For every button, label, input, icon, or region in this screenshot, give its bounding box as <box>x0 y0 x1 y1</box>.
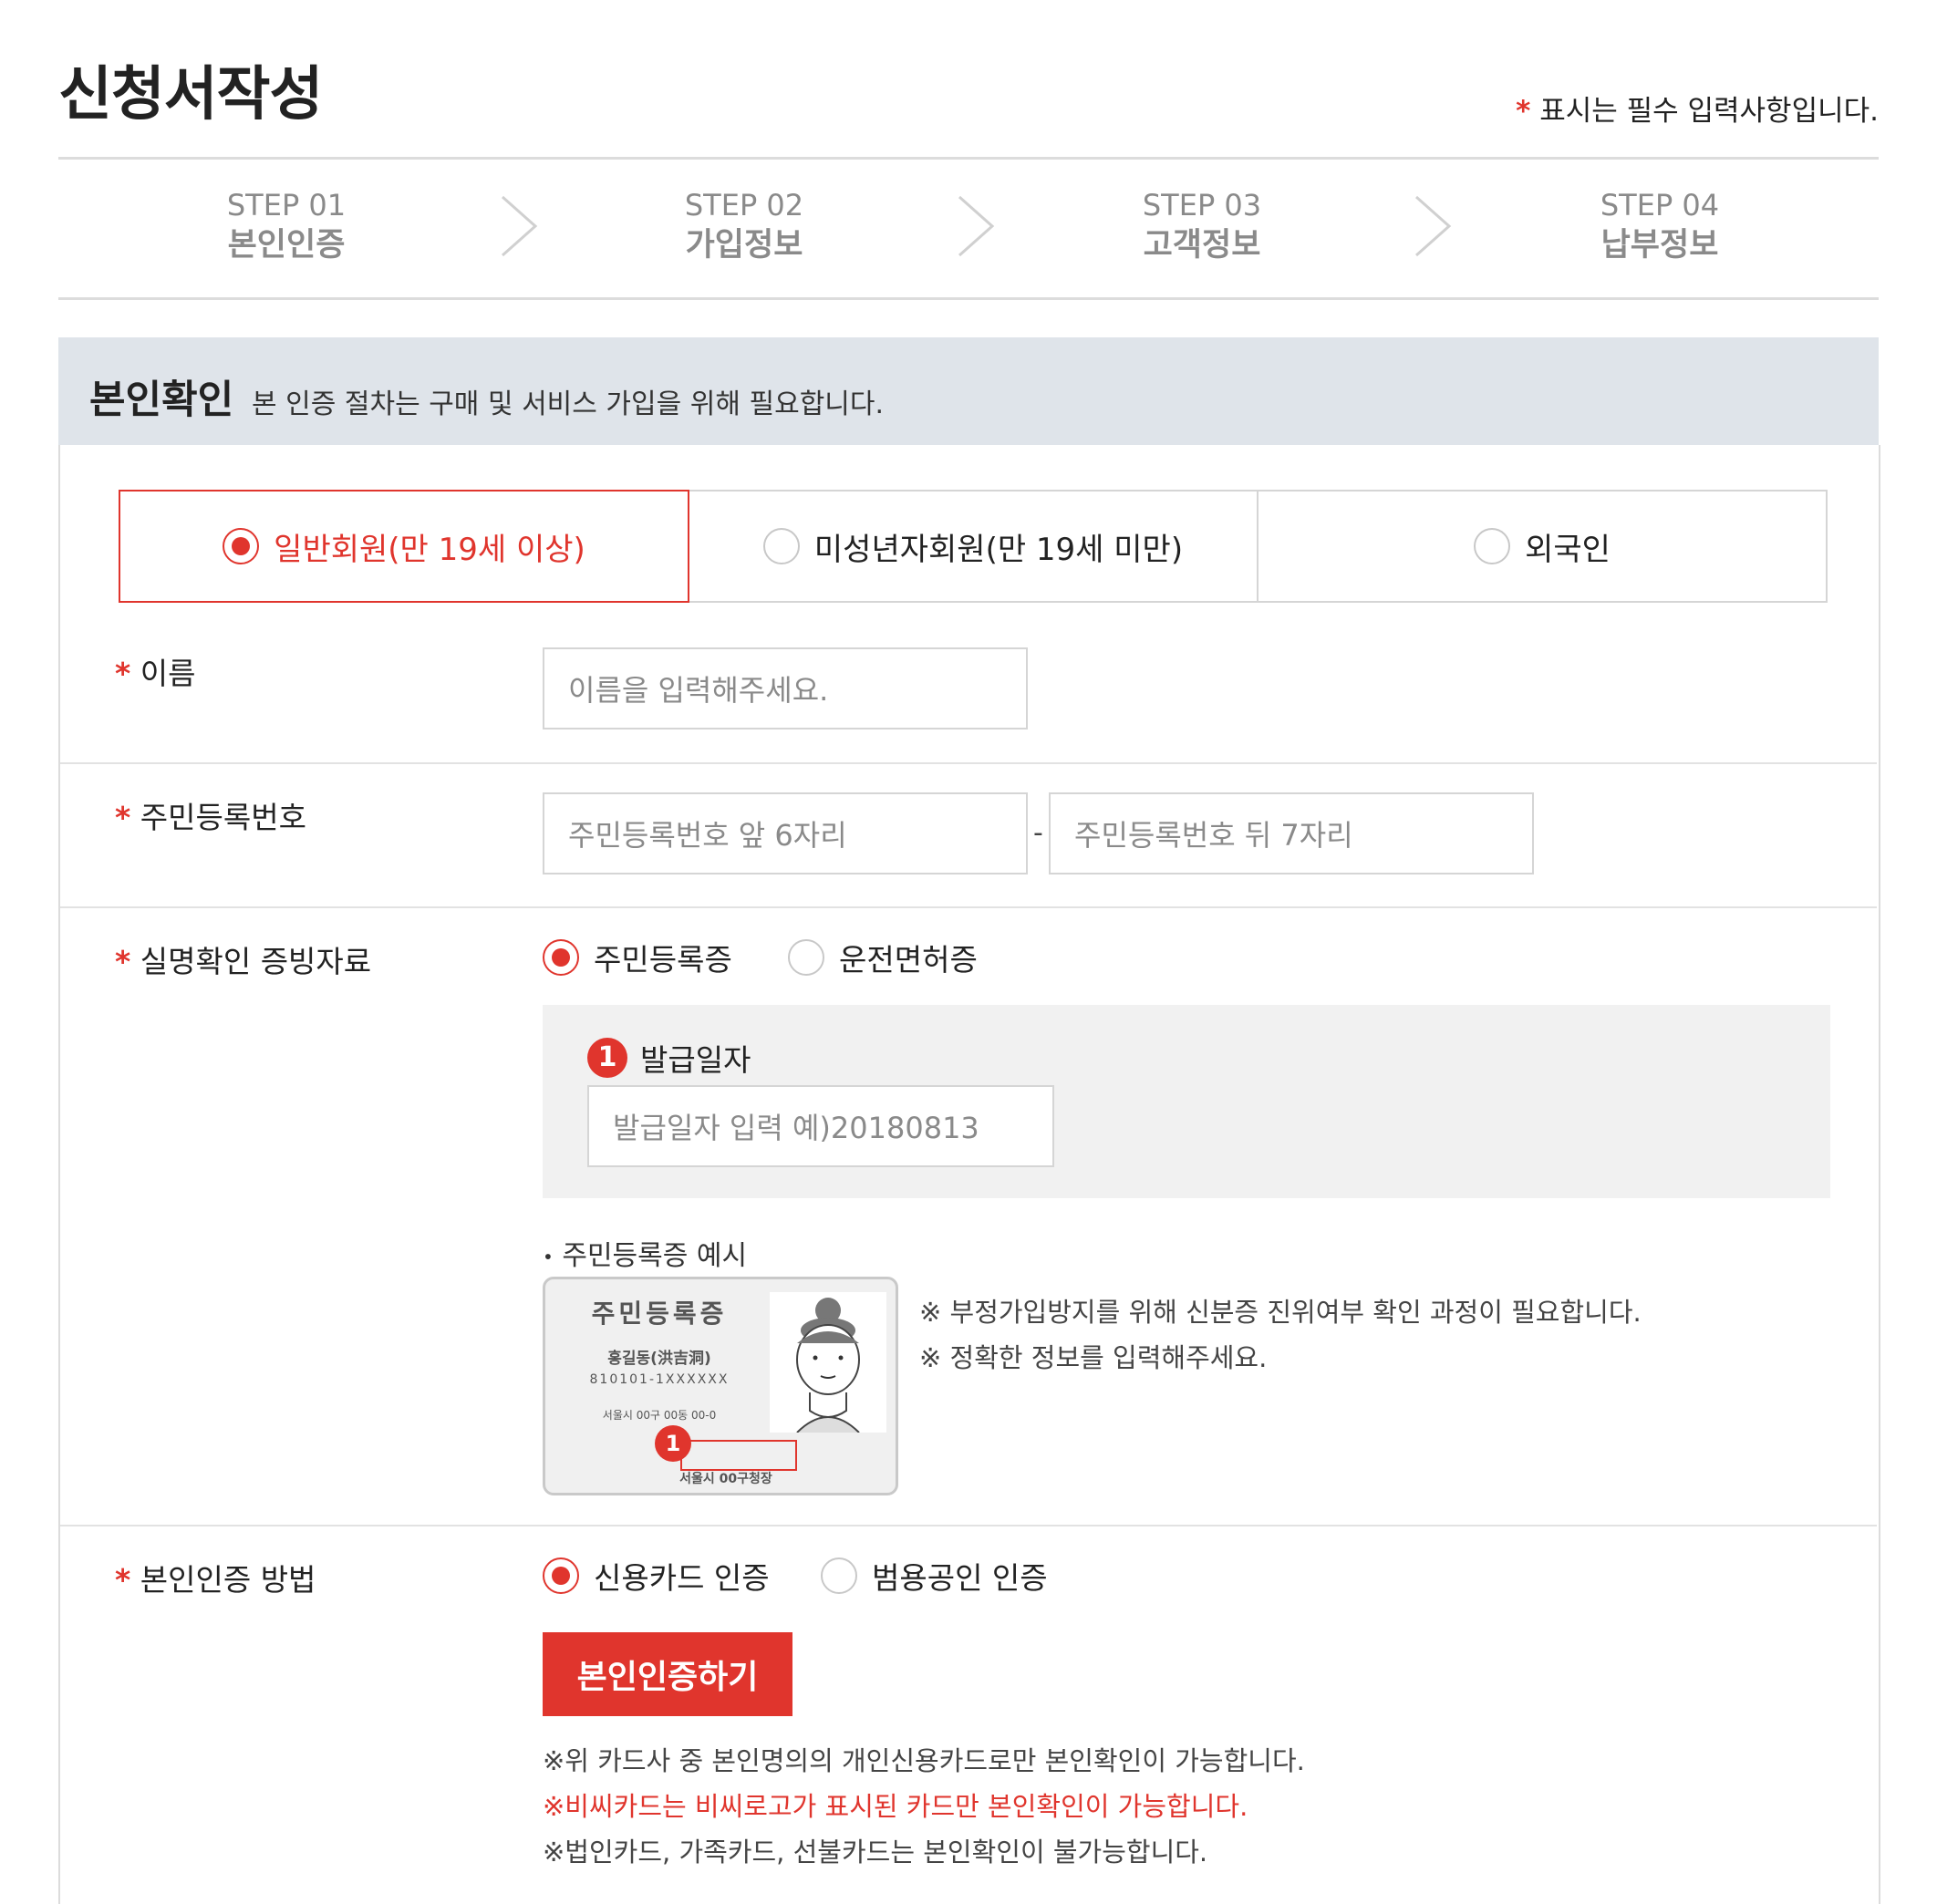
chevron-right-icon <box>958 195 995 257</box>
required-mark: * <box>1516 95 1531 128</box>
id-note-2: ※ 정확한 정보를 입력해주세요. <box>919 1342 1268 1373</box>
required-mark: * <box>115 800 131 835</box>
radio-icon <box>821 1557 857 1594</box>
tab-foreigner[interactable]: 외국인 <box>1257 490 1828 603</box>
required-mark: * <box>115 944 131 979</box>
radio-icon <box>543 939 579 976</box>
verify-identity-button[interactable]: 본인인증하기 <box>543 1632 792 1716</box>
card-example-title: • 주민등록증 예시 <box>543 1233 747 1273</box>
step-number-badge: 1 <box>587 1038 627 1078</box>
radio-resident-card[interactable]: 주민등록증 <box>543 936 732 979</box>
rrn-label-text: 주민등록번호 <box>140 800 306 835</box>
required-note-text: 표시는 필수 입력사항입니다. <box>1539 95 1879 128</box>
person-portrait-icon <box>796 1298 860 1433</box>
rrn-back-placeholder: 주민등록번호 뒤 7자리 <box>1074 818 1353 853</box>
auth-note-1: ※위 카드사 중 본인명의의 개인신용카드로만 본인확인이 가능합니다. <box>543 1745 1305 1776</box>
rrn-front-placeholder: 주민등록번호 앞 6자리 <box>568 818 847 853</box>
id-card-name: 홍길동(洪吉洞) <box>607 1350 711 1368</box>
required-note: * 표시는 필수 입력사항입니다. <box>1516 88 1879 129</box>
name-label-text: 이름 <box>140 656 196 691</box>
issue-date-heading: 1 발급일자 <box>587 1036 751 1080</box>
radio-certificate-auth[interactable]: 범용공인 인증 <box>821 1554 1048 1598</box>
chevron-right-icon <box>1415 195 1452 257</box>
auth-method-label: * 본인인증 방법 <box>115 1556 316 1599</box>
issue-date-placeholder: 발급일자 입력 예)20180813 <box>613 1111 979 1145</box>
step-2-label: 가입정보 <box>685 227 803 264</box>
row-divider <box>60 1525 1877 1526</box>
tab-general-member-label: 일반회원(만 19세 이상) <box>274 531 585 568</box>
radio-certificate-auth-label: 범용공인 인증 <box>872 1560 1048 1596</box>
radio-icon <box>223 528 260 564</box>
tab-minor-member[interactable]: 미성년자회원(만 19세 미만) <box>688 490 1259 603</box>
name-input[interactable]: 이름을 입력해주세요. <box>543 647 1028 730</box>
radio-icon <box>543 1557 579 1594</box>
id-proof-label: * 실명확인 증빙자료 <box>115 937 371 981</box>
name-label: * 이름 <box>115 649 196 693</box>
id-card-address: 서울시 00구 00동 00-0 <box>602 1409 717 1422</box>
id-proof-label-text: 실명확인 증빙자료 <box>140 944 372 979</box>
steps-divider <box>58 297 1879 300</box>
auth-method-label-text: 본인인증 방법 <box>140 1562 316 1598</box>
chevron-right-icon <box>502 195 538 257</box>
required-mark: * <box>115 1562 131 1598</box>
auth-note-3: ※법인카드, 가족카드, 선불카드는 본인확인이 불가능합니다. <box>543 1837 1208 1868</box>
rrn-label: * 주민등록번호 <box>115 793 306 837</box>
step-3: STEP 03 고객정보 <box>1065 187 1339 267</box>
id-note-1: ※ 부정가입방지를 위해 신분증 진위여부 확인 과정이 필요합니다. <box>919 1297 1642 1328</box>
row-divider <box>60 906 1877 908</box>
top-divider <box>58 157 1879 160</box>
radio-driver-license[interactable]: 운전면허증 <box>788 936 978 979</box>
rrn-back-input[interactable]: 주민등록번호 뒤 7자리 <box>1049 792 1534 874</box>
id-card-title: 주민등록증 <box>591 1299 728 1329</box>
radio-icon <box>1474 528 1511 564</box>
bullet-icon: • <box>543 1246 554 1268</box>
step-1: STEP 01 본인인증 <box>150 187 423 267</box>
id-card-number: 810101-1XXXXXX <box>589 1372 730 1387</box>
required-mark: * <box>115 656 131 691</box>
rrn-front-input[interactable]: 주민등록번호 앞 6자리 <box>543 792 1028 874</box>
row-divider <box>60 762 1877 764</box>
tab-minor-member-label: 미성년자회원(만 19세 미만) <box>813 531 1184 568</box>
radio-driver-license-label: 운전면허증 <box>839 942 978 978</box>
section-title: 본인확인 <box>89 378 234 423</box>
step-4-label: 납부정보 <box>1600 227 1719 264</box>
issue-date-label: 발급일자 <box>640 1042 751 1078</box>
id-card-issuer: 서울시 00구청장 <box>679 1472 772 1486</box>
issue-date-highlight <box>680 1440 797 1471</box>
section-description: 본 인증 절차는 구매 및 서비스 가입을 위해 필요합니다. <box>252 388 885 420</box>
step-1-label: 본인인증 <box>227 227 346 264</box>
auth-note-2: ※비씨카드는 비씨로고가 표시된 카드만 본인확인이 가능합니다. <box>543 1791 1248 1822</box>
page-title: 신청서작성 <box>58 61 323 129</box>
radio-credit-card-auth-label: 신용카드 인증 <box>594 1560 770 1596</box>
rrn-separator: - <box>1033 817 1043 849</box>
radio-resident-card-label: 주민등록증 <box>594 942 732 978</box>
radio-icon <box>762 528 800 564</box>
step-2-number: STEP 02 <box>684 188 804 222</box>
step-2: STEP 02 가입정보 <box>607 187 881 267</box>
id-card-example: 주민등록증 홍길동(洪吉洞) 810101-1XXXXXX 서울시 00구 00… <box>543 1277 898 1495</box>
step-3-number: STEP 03 <box>1142 188 1262 222</box>
step-1-number: STEP 01 <box>226 188 347 222</box>
step-number-badge: 1 <box>655 1425 691 1462</box>
tab-general-member[interactable]: 일반회원(만 19세 이상) <box>119 490 689 603</box>
id-card-photo <box>770 1292 886 1433</box>
radio-icon <box>788 939 824 976</box>
step-4: STEP 04 납부정보 <box>1523 187 1797 267</box>
card-example-title-text: 주민등록증 예시 <box>562 1240 748 1272</box>
step-4-number: STEP 04 <box>1600 188 1720 222</box>
step-3-label: 고객정보 <box>1143 227 1261 264</box>
tab-foreigner-label: 외국인 <box>1525 531 1611 568</box>
radio-credit-card-auth[interactable]: 신용카드 인증 <box>543 1554 770 1598</box>
issue-date-input[interactable]: 발급일자 입력 예)20180813 <box>587 1085 1054 1167</box>
name-input-placeholder: 이름을 입력해주세요. <box>568 673 829 708</box>
